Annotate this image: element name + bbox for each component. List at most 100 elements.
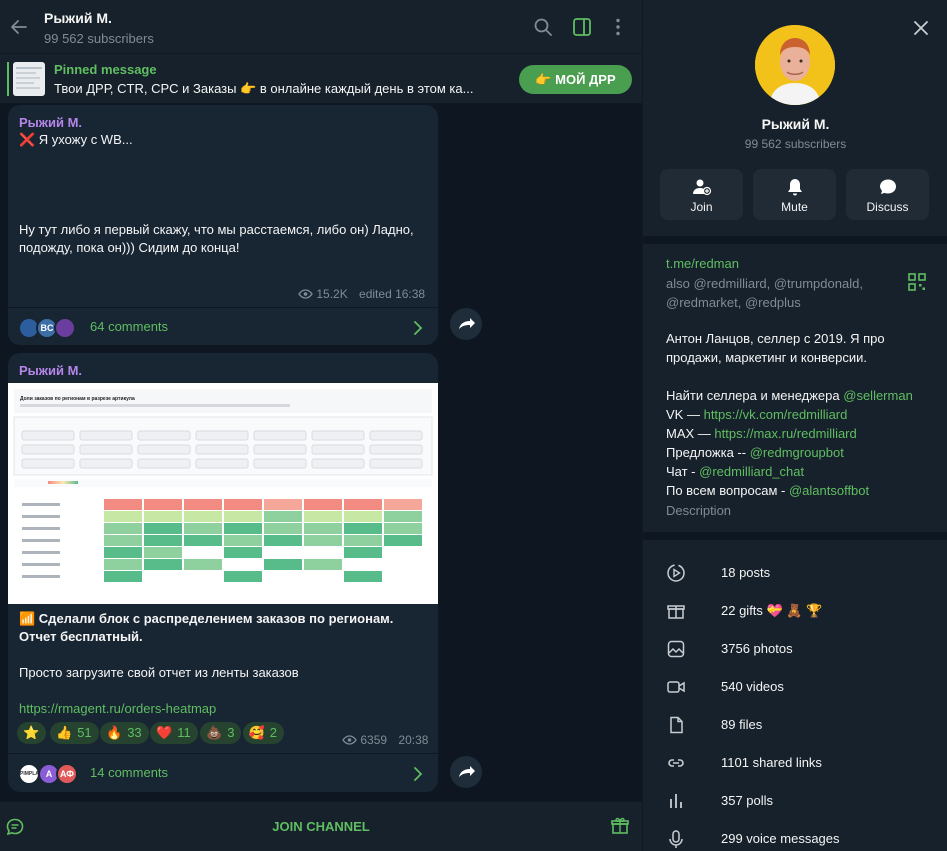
- filter-chip: [79, 458, 133, 469]
- profile-link[interactable]: t.me/redman: [666, 254, 739, 273]
- heatmap-cell: [144, 523, 182, 534]
- comments-count[interactable]: 14 comments: [90, 765, 168, 780]
- message-author[interactable]: Рыжий М.: [19, 115, 82, 130]
- filter-chip: [195, 430, 249, 441]
- bio-line-link[interactable]: https://max.ru/redmilliard: [714, 426, 856, 441]
- avatar: [54, 317, 76, 339]
- heatmap-cell: [384, 559, 422, 570]
- media-stat-label: 18 posts: [721, 565, 771, 580]
- heatmap-cell: [224, 511, 262, 522]
- heatmap-cell: [264, 547, 302, 558]
- pinned-title: Pinned message: [54, 62, 157, 77]
- chat-header: Рыжий М. 99 562 subscribers: [0, 0, 642, 54]
- heatmap-cell: [344, 571, 382, 582]
- heatmap-cell: [384, 499, 422, 510]
- comments-bar[interactable]: BC 64 comments: [8, 307, 438, 345]
- media-stat-row[interactable]: 18 posts: [666, 563, 770, 583]
- forward-button[interactable]: [450, 308, 482, 340]
- media-stat-row[interactable]: 22 gifts 💝 🧸 🏆: [666, 601, 822, 621]
- also-usernames: also @redmilliard, @trumpdonald, @redmar…: [666, 274, 886, 312]
- reaction-emoji: ❤️: [156, 725, 173, 740]
- media-stat-row[interactable]: 1101 shared links: [666, 753, 822, 773]
- message-link[interactable]: https://rmagent.ru/orders-heatmap: [19, 700, 429, 718]
- mute-button[interactable]: Mute: [753, 169, 836, 220]
- join-button[interactable]: Join: [660, 169, 743, 220]
- message-text: Просто загрузите свой отчет из ленты зак…: [19, 665, 299, 680]
- heatmap-cell: [264, 571, 302, 582]
- search-icon[interactable]: [532, 16, 554, 38]
- close-icon[interactable]: [913, 20, 929, 36]
- my-drr-button[interactable]: 👉 МОЙ ДРР: [519, 65, 632, 94]
- message-author[interactable]: Рыжий М.: [19, 363, 82, 378]
- heatmap-cell: [304, 499, 342, 510]
- bio-line-link[interactable]: @redmgroupbot: [750, 445, 844, 460]
- also-list[interactable]: @redmilliard, @trumpdonald, @redmarket, …: [666, 276, 863, 310]
- heatmap-cell: [264, 559, 302, 570]
- add-user-icon: [693, 179, 712, 196]
- bio-line: По всем вопросам - @alantsoffbot: [666, 481, 936, 500]
- heatmap-cell: [384, 523, 422, 534]
- filter-chip: [137, 458, 191, 469]
- message-meta: 6359 20:38: [342, 733, 428, 747]
- bio-line-link[interactable]: https://vk.com/redmilliard: [704, 407, 848, 422]
- bio-line-label: VK —: [666, 407, 700, 422]
- bell-icon: [788, 179, 802, 196]
- comments-bar[interactable]: PIMPLA A АФ 14 comments: [8, 753, 438, 791]
- media-stat-row[interactable]: 89 files: [666, 715, 762, 735]
- heatmap-cell: [304, 511, 342, 522]
- screenshot-title: Доли заказов по регионам в разрезе артик…: [20, 396, 135, 402]
- sidebar-toggle-icon[interactable]: [571, 16, 593, 38]
- more-vertical-icon[interactable]: [607, 16, 629, 38]
- heatmap-cell: [304, 523, 342, 534]
- discuss-button[interactable]: Discuss: [846, 169, 929, 220]
- profile-bio-links: Найти селлера и менеджера @sellerman VK —…: [666, 386, 936, 500]
- qr-code-icon[interactable]: [908, 273, 926, 291]
- comments-count[interactable]: 64 comments: [90, 319, 168, 334]
- forward-icon: [459, 766, 475, 777]
- heatmap-cell: [104, 511, 142, 522]
- bio-line-link[interactable]: @alantsoffbot: [789, 483, 869, 498]
- media-stat-row[interactable]: 540 videos: [666, 677, 784, 697]
- channel-avatar[interactable]: [755, 25, 835, 105]
- region-label: [22, 563, 60, 566]
- media-stat-row[interactable]: 299 voice messages: [666, 829, 840, 849]
- bio-line-link[interactable]: @redmilliard_chat: [699, 464, 804, 479]
- reaction-chip[interactable]: 🥰 2: [242, 722, 284, 744]
- chevron-right-icon[interactable]: [413, 321, 423, 335]
- bio-line-link[interactable]: @sellerman: [843, 388, 913, 403]
- media-stat-label: 22 gifts 💝 🧸 🏆: [721, 603, 823, 618]
- reaction-chip[interactable]: ⭐: [17, 722, 47, 744]
- pinned-message-bar[interactable]: Pinned message Твои ДРР, CTR, CPC и Зака…: [0, 54, 642, 104]
- message-photo[interactable]: Доли заказов по регионам в разрезе артик…: [8, 383, 438, 604]
- reaction-chip[interactable]: 👍 51: [50, 722, 99, 744]
- reaction-chip[interactable]: ❤️ 11: [150, 722, 198, 744]
- heatmap-cell: [184, 523, 222, 534]
- forward-button[interactable]: [450, 756, 482, 788]
- heatmap-cell: [344, 499, 382, 510]
- filter-chip: [137, 444, 191, 455]
- filter-chip: [253, 444, 307, 455]
- heatmap-screenshot: Доли заказов по регионам в разрезе артик…: [13, 389, 433, 582]
- media-stat-row[interactable]: 3756 photos: [666, 639, 793, 659]
- heatmap-cell: [304, 547, 342, 558]
- chat-title[interactable]: Рыжий М.: [44, 10, 112, 26]
- reaction-chip[interactable]: 💩 3: [200, 722, 242, 744]
- media-stat-label: 299 voice messages: [721, 831, 840, 846]
- heatmap-cell: [184, 559, 222, 570]
- heatmap-cell: [344, 559, 382, 570]
- mute-button-label: Mute: [781, 200, 808, 214]
- profile-name: Рыжий М.: [761, 116, 830, 132]
- media-stat-row[interactable]: 357 polls: [666, 791, 773, 811]
- heatmap-cell: [104, 547, 142, 558]
- chat-subscribers: 99 562 subscribers: [44, 31, 154, 46]
- chevron-right-icon[interactable]: [413, 767, 423, 781]
- join-channel-button[interactable]: JOIN CHANNEL: [0, 819, 642, 834]
- media-stat-label: 540 videos: [721, 679, 784, 694]
- gift-icon[interactable]: [610, 816, 630, 836]
- reaction-chip[interactable]: 🔥 33: [100, 722, 149, 744]
- heatmap-cell: [264, 499, 302, 510]
- link-icon: [668, 759, 684, 767]
- filter-chip: [137, 430, 191, 441]
- filter-chip: [369, 430, 423, 441]
- back-arrow-icon[interactable]: [9, 17, 29, 37]
